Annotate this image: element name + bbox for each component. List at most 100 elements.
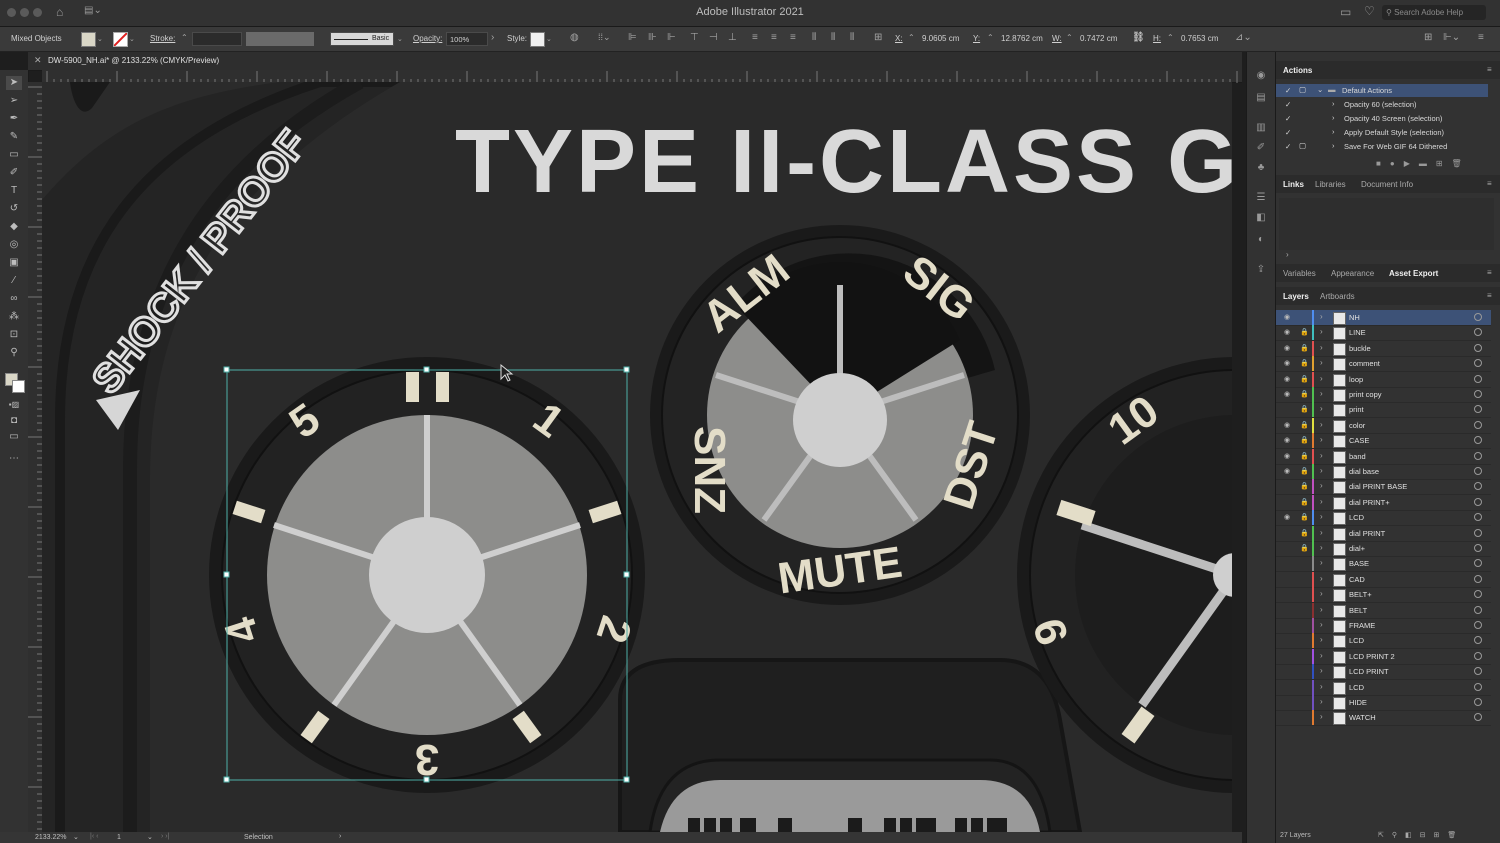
chevron-right-icon[interactable]: › [1320,543,1323,552]
action-row[interactable]: ✓ › Opacity 60 (selection) [1276,98,1488,111]
graphic-style-swatch[interactable] [530,32,545,47]
lock-icon[interactable]: 🔒 [1300,436,1309,444]
align-bottom-icon[interactable]: ⊥ [728,32,737,43]
eraser-tool-icon[interactable]: ◆ [6,220,22,234]
links-panel-menu-icon[interactable]: ≡ [1487,179,1492,188]
target-circle-icon[interactable] [1474,605,1482,614]
dialog-toggle-icon[interactable]: ▢ [1299,85,1306,94]
visibility-eye-icon[interactable]: ◉ [1284,375,1290,383]
target-circle-icon[interactable] [1474,328,1482,337]
target-circle-icon[interactable] [1474,682,1482,691]
transform-reference-point-icon[interactable]: ⊞ [874,32,882,43]
new-set-icon[interactable]: ▬ [1419,159,1436,168]
chevron-right-icon[interactable]: › [1332,127,1335,136]
target-circle-icon[interactable] [1474,451,1482,460]
lock-icon[interactable]: 🔒 [1300,482,1309,490]
play-icon[interactable]: ▶ [1404,159,1419,168]
delete-icon[interactable]: 🗑 [1452,159,1471,168]
visibility-eye-icon[interactable]: ◉ [1284,513,1290,521]
chevron-right-icon[interactable]: › [1320,712,1323,721]
target-circle-icon[interactable] [1474,528,1482,537]
dialog-toggle-icon[interactable]: ▢ [1299,141,1306,150]
new-sublayer-icon[interactable]: ⊟ [1420,832,1434,839]
target-circle-icon[interactable] [1474,667,1482,676]
layer-row[interactable]: › LCD PRINT [1276,664,1491,681]
layer-row[interactable]: ◉ 🔒 › CASE [1276,433,1491,450]
new-layer-icon[interactable]: ⊞ [1434,832,1448,839]
lock-icon[interactable]: 🔒 [1300,529,1309,537]
align-panel-icon[interactable]: ☰ [1254,192,1268,204]
paintbrush-tool-icon[interactable]: ✐ [6,166,22,180]
chevron-right-icon[interactable]: › [1320,512,1323,521]
color-mode-icon[interactable]: ▪▨ [6,398,22,412]
align-top-icon[interactable]: ⊤ [690,32,699,43]
transform-options-icon[interactable]: ⊿⌄ [1235,32,1252,43]
layer-row[interactable]: ◉ › NH [1276,310,1491,326]
document-info-icon[interactable]: ▤ [1254,92,1268,104]
y-label[interactable]: Y: [973,34,980,43]
chevron-right-icon[interactable]: › [1320,574,1323,583]
chevron-right-icon[interactable]: › [1320,589,1323,598]
direct-selection-tool-icon[interactable]: ➢ [6,94,22,108]
w-label[interactable]: W: [1052,34,1062,43]
draw-mode-icon[interactable]: ◘ [6,414,22,428]
layer-row[interactable]: 🔒 › print [1276,402,1491,419]
action-set-row[interactable]: ✓ ▢ ⌄ ▬ Default Actions [1276,84,1488,97]
artboard-canvas[interactable]: SHOCK / PROOF TYPE II-CLASS G 5 1 2 3 4 … [42,82,1232,832]
export-icon[interactable]: ⇪ [1254,264,1268,276]
actions-panel-menu-icon[interactable]: ≡ [1487,65,1492,74]
action-row[interactable]: ✓ › Apply Default Style (selection) [1276,126,1488,139]
chevron-right-icon[interactable]: › [1320,420,1323,429]
checkmark-icon[interactable]: ✓ [1285,86,1291,95]
history-icon[interactable]: ◉ [1254,70,1268,82]
lock-icon[interactable]: 🔒 [1300,390,1309,398]
chevron-right-icon[interactable]: › [1320,497,1323,506]
fill-swatch[interactable] [81,32,96,47]
lock-icon[interactable]: 🔒 [1300,467,1309,475]
chevron-down-icon[interactable]: ⌄ [1317,85,1323,94]
opacity-label[interactable]: Opacity: [413,34,442,43]
watch-artwork[interactable]: SHOCK / PROOF TYPE II-CLASS G 5 1 2 3 4 … [42,82,1232,832]
target-circle-icon[interactable] [1474,343,1482,352]
shape-builder-tool-icon[interactable]: ◎ [6,238,22,252]
lock-icon[interactable]: 🔒 [1300,405,1309,413]
clipping-mask-icon[interactable]: ◧ [1405,832,1420,839]
h-label[interactable]: H: [1153,34,1161,43]
center-dial[interactable]: ALM SIG DST MUTE SNZ [650,225,1030,605]
chevron-right-icon[interactable]: › [1320,435,1323,444]
chevron-right-icon[interactable]: › [1320,358,1323,367]
layer-row[interactable]: ◉ 🔒 › band [1276,448,1491,465]
mid-panel-menu-icon[interactable]: ≡ [1487,268,1492,277]
layer-row[interactable]: ◉ 🔒 › LCD [1276,510,1491,527]
chevron-right-icon[interactable]: › [1320,312,1323,321]
w-stepper-icon[interactable]: ⌃ [1066,33,1073,42]
target-circle-icon[interactable] [1474,651,1482,660]
tab-appearance[interactable]: Appearance [1331,269,1374,278]
visibility-eye-icon[interactable]: ◉ [1284,390,1290,398]
tab-libraries[interactable]: Libraries [1315,180,1346,189]
target-circle-icon[interactable] [1474,436,1482,445]
layer-row[interactable]: › LCD PRINT 2 [1276,648,1491,665]
rotate-tool-icon[interactable]: ↺ [6,202,22,216]
stop-icon[interactable]: ■ [1376,159,1390,168]
target-circle-icon[interactable] [1474,590,1482,599]
rectangle-tool-icon[interactable]: ▭ [6,148,22,162]
document-tab[interactable]: ✕ DW-5900_NH.ai* @ 2133.22% (CMYK/Previe… [28,52,1242,71]
chevron-right-icon[interactable]: › [1320,697,1323,706]
type-tool-icon[interactable]: T [6,184,22,198]
visibility-eye-icon[interactable]: ◉ [1284,436,1290,444]
lock-icon[interactable]: 🔒 [1300,513,1309,521]
x-stepper-icon[interactable]: ⌃ [908,33,915,42]
layer-row[interactable]: › FRAME [1276,618,1491,634]
layer-row[interactable]: › BELT [1276,602,1491,619]
libraries-icon[interactable]: ▥ [1254,122,1268,134]
target-circle-icon[interactable] [1474,559,1482,568]
appearance-icon[interactable]: ◐ [1254,234,1268,246]
screen-mode-icon[interactable]: ▭ [6,430,22,444]
constrain-proportions-icon[interactable]: ⛓ [1132,32,1145,43]
target-circle-icon[interactable] [1474,636,1482,645]
export-layer-icon[interactable]: ⇱ [1378,832,1392,839]
status-menu-icon[interactable]: › [339,833,341,840]
target-circle-icon[interactable] [1474,467,1482,475]
layer-row[interactable]: ◉ 🔒 › loop [1276,371,1491,388]
